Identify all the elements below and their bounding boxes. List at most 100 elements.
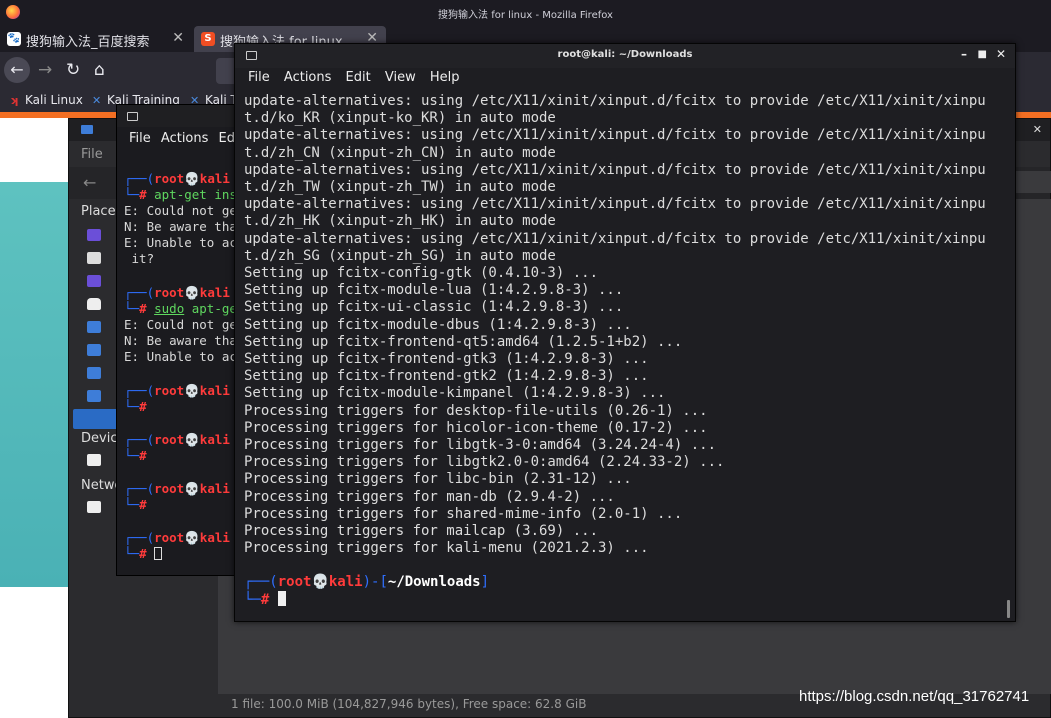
reload-icon[interactable]: ↻ <box>66 60 80 80</box>
output-line: it? <box>124 251 155 266</box>
firefox-titlebar: 搜狗输入法 for linux - Mozilla Firefox <box>0 0 1051 26</box>
terminal-prompt-line: ┌──(root💀kali)-[~/Downloads] <box>244 574 490 590</box>
tab-label: 搜狗输入法_百度搜索 <box>26 35 150 50</box>
terminal-menubar: File Actions Edit View Help <box>248 70 470 85</box>
command-line: └─# <box>124 546 163 561</box>
terminal-window: root@kali: ~/Downloads – ■ ✕ File Action… <box>234 43 1016 622</box>
command-line: └─# sudo apt-ge <box>124 301 237 316</box>
terminal-output-line: Processing triggers for libgtk-3-0:amd64… <box>244 437 717 454</box>
prompt-line: ┌──(root💀kali <box>124 432 230 447</box>
path-bar-end <box>1014 171 1051 193</box>
back-arrow-icon[interactable]: ← <box>83 173 96 192</box>
terminal-output-line: update-alternatives: using /etc/X11/xini… <box>244 93 986 109</box>
terminal-output-line: Setting up fcitx-frontend-gtk3 (1:4.2.9.… <box>244 351 649 368</box>
terminal-output-line: Setting up fcitx-module-dbus (1:4.2.9.8-… <box>244 316 632 333</box>
firefox-window-title: 搜狗输入法 for linux - Mozilla Firefox <box>438 10 613 21</box>
terminal-titlebar: root@kali: ~/Downloads – ■ ✕ <box>235 44 1015 68</box>
bookmark-label: Kali Linux <box>25 93 83 107</box>
menu-file[interactable]: File <box>129 131 151 146</box>
terminal-output-line: update-alternatives: using /etc/X11/xini… <box>244 127 986 144</box>
kali-icon: ʞ <box>10 94 19 107</box>
computer-icon[interactable] <box>87 229 101 241</box>
documents-folder-icon[interactable] <box>87 321 101 333</box>
minimize-icon[interactable]: – <box>961 47 967 61</box>
prompt-line: ┌──(root💀kali <box>124 481 230 496</box>
menu-help[interactable]: Help <box>430 70 460 85</box>
watermark: https://blog.csdn.net/qq_31762741 <box>799 688 1030 705</box>
network-icon[interactable] <box>87 501 101 513</box>
terminal-output-line: Processing triggers for shared-mime-info… <box>244 505 683 522</box>
terminal-input-line[interactable]: └─# <box>244 591 286 609</box>
output-line: E: Could not ge <box>124 317 237 332</box>
close-tab-icon[interactable]: ✕ <box>172 30 184 46</box>
bookmark-kali-linux[interactable]: ʞ Kali Linux <box>10 93 83 107</box>
command-line: └─# apt-get ins <box>124 187 237 202</box>
terminal-output-line: Setting up fcitx-config-gtk (0.4.10-3) .… <box>244 265 599 282</box>
terminal-output-line: t.d/zh_CN (xinput-zh_CN) in auto mode <box>244 144 556 161</box>
terminal-output-line: Processing triggers for kali-menu (2021.… <box>244 540 649 557</box>
terminal-title: root@kali: ~/Downloads <box>557 49 693 60</box>
menu-actions[interactable]: Actions <box>284 70 332 85</box>
terminal-output[interactable]: update-alternatives: using /etc/X11/xini… <box>244 93 1004 557</box>
cursor <box>277 591 286 606</box>
close-icon[interactable]: ✕ <box>996 47 1006 61</box>
background-terminal-window: File Actions Edi ┌──(root💀kali └─# apt-g… <box>116 104 238 576</box>
terminal-output-line: Processing triggers for hicolor-icon-the… <box>244 419 708 436</box>
terminal-output-line: Processing triggers for libgtk2.0-0:amd6… <box>244 454 725 471</box>
file-manager-menu-file[interactable]: File <box>81 147 103 162</box>
cursor <box>154 547 163 560</box>
terminal-titlebar <box>117 105 237 127</box>
terminal-output-line: t.d/zh_HK (xinput-zh_HK) in auto mode <box>244 213 556 230</box>
command-line: └─# <box>124 497 147 512</box>
output-line: N: Be aware tha <box>124 219 237 234</box>
sogou-icon: S <box>201 32 215 46</box>
terminal-icon <box>127 112 138 121</box>
home-folder-icon[interactable] <box>87 252 101 264</box>
terminal-output-line: update-alternatives: using /etc/X11/xini… <box>244 230 986 247</box>
menu-file[interactable]: File <box>248 70 270 85</box>
home-icon[interactable]: ⌂ <box>94 60 105 80</box>
menu-view[interactable]: View <box>385 70 416 85</box>
maximize-icon[interactable]: ■ <box>978 49 987 60</box>
output-line: E: Unable to ac <box>124 349 237 364</box>
baidu-icon: 🐾 <box>7 32 21 46</box>
menu-edit[interactable]: Edit <box>346 70 371 85</box>
terminal-output-line: update-alternatives: using /etc/X11/xini… <box>244 161 986 178</box>
output-line: E: Could not ge <box>124 203 237 218</box>
music-folder-icon[interactable] <box>87 344 101 356</box>
back-arrow-icon[interactable]: ← <box>4 57 30 83</box>
menu-actions[interactable]: Actions <box>161 131 209 146</box>
terminal-output-line: Processing triggers for libc-bin (2.31-1… <box>244 471 632 488</box>
desktop-icon[interactable] <box>87 275 101 287</box>
prompt-line: ┌──(root💀kali <box>124 383 230 398</box>
forward-arrow-icon[interactable]: → <box>38 60 52 80</box>
command-line: └─# <box>124 399 147 414</box>
terminal-output-line: Processing triggers for mailcap (3.69) .… <box>244 523 599 540</box>
filesystem-icon[interactable] <box>87 454 101 466</box>
videos-folder-icon[interactable] <box>87 390 101 402</box>
kali-training-icon: ✕ <box>92 94 102 107</box>
terminal-output-line: t.d/ko_KR (xinput-ko_KR) in auto mode <box>244 110 556 127</box>
terminal-menubar: File Actions Edi <box>129 131 237 146</box>
terminal-output-line: Setting up fcitx-module-lua (1:4.2.9.8-3… <box>244 282 624 299</box>
page-banner <box>0 182 70 587</box>
prompt-line: ┌──(root💀kali <box>124 171 230 186</box>
pictures-folder-icon[interactable] <box>87 367 101 379</box>
terminal-output-line: Processing triggers for man-db (2.9.4-2)… <box>244 488 615 505</box>
close-icon[interactable]: ✕ <box>1033 123 1042 136</box>
terminal-output-line: Setting up fcitx-ui-classic (1:4.2.9.8-3… <box>244 299 624 316</box>
prompt-line: ┌──(root💀kali <box>124 285 230 300</box>
folder-icon <box>81 125 93 134</box>
terminal-output-line: t.d/zh_TW (xinput-zh_TW) in auto mode <box>244 179 556 196</box>
terminal-output-line: Processing triggers for desktop-file-uti… <box>244 402 708 419</box>
scrollbar[interactable] <box>1007 600 1010 618</box>
terminal-output-line: Setting up fcitx-module-kimpanel (1:4.2.… <box>244 385 666 402</box>
tab-baidu-search[interactable]: 🐾 搜狗输入法_百度搜索 ✕ <box>0 26 192 52</box>
terminal-output-line: update-alternatives: using /etc/X11/xini… <box>244 196 986 213</box>
terminal-output-line: t.d/zh_SG (xinput-zh_SG) in auto mode <box>244 247 556 264</box>
output-line: E: Unable to ac <box>124 235 237 250</box>
terminal-output-line: Setting up fcitx-frontend-qt5:amd64 (1.2… <box>244 333 683 350</box>
command-line: └─# <box>124 448 147 463</box>
terminal-output-line: Setting up fcitx-frontend-gtk2 (1:4.2.9.… <box>244 368 649 385</box>
trash-icon[interactable] <box>87 298 101 310</box>
